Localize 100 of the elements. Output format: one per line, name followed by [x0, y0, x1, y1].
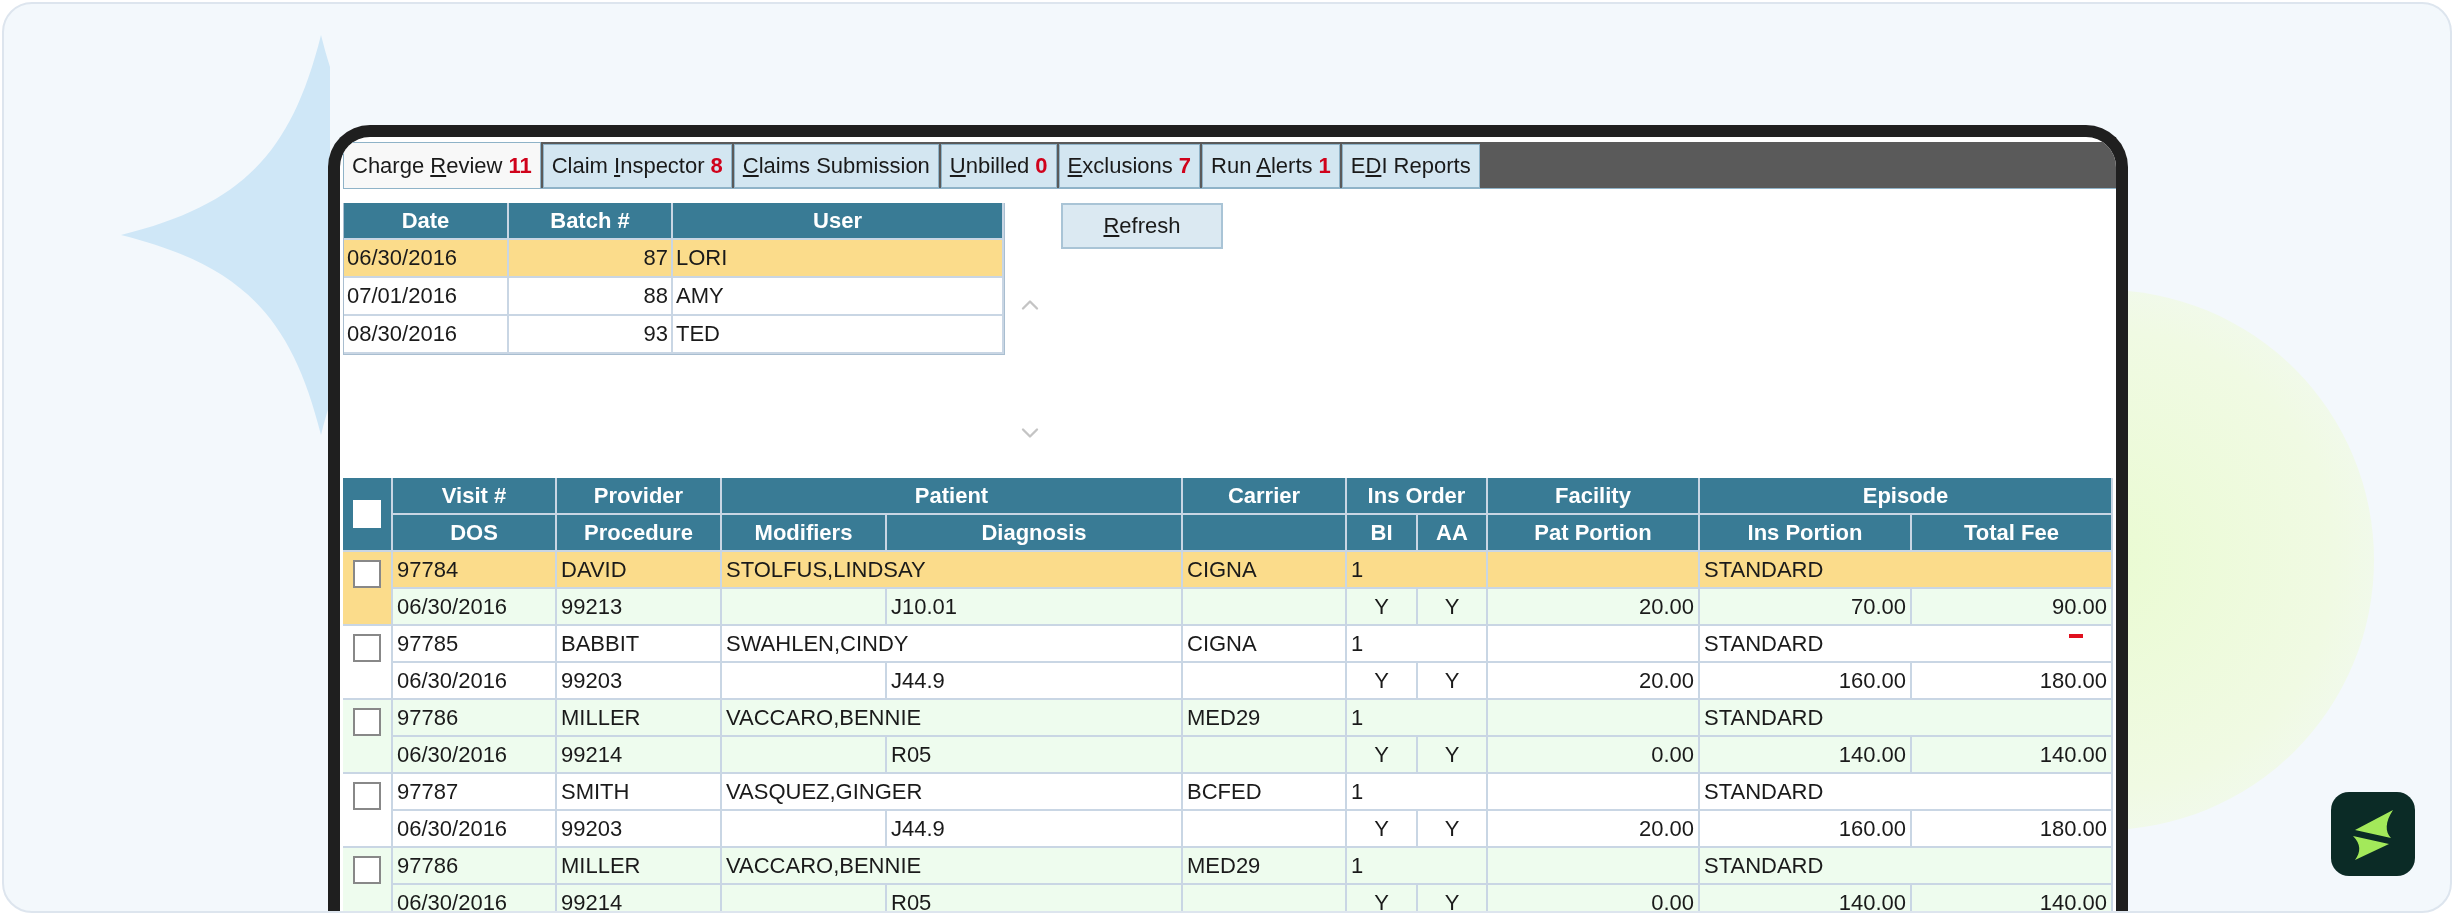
table-cell: MILLER: [557, 700, 722, 737]
table-cell: BCFED: [1183, 774, 1347, 811]
table-cell: CIGNA: [1183, 626, 1347, 663]
table-cell: 0.00: [1488, 737, 1700, 774]
table-cell: 1: [1347, 552, 1488, 589]
tab[interactable]: Claims Submission: [733, 144, 939, 188]
table-cell: VACCARO,BENNIE: [722, 700, 1183, 737]
row-selector[interactable]: [343, 848, 393, 911]
table-cell: 97786: [393, 848, 557, 885]
column-header[interactable]: Patient: [722, 478, 1183, 515]
table-cell[interactable]: LORI: [673, 240, 1004, 278]
row-selector[interactable]: [343, 700, 393, 774]
tab[interactable]: Run Alerts 1: [1202, 144, 1340, 188]
table-cell[interactable]: 08/30/2016: [344, 316, 509, 354]
tab[interactable]: Charge Review 11: [343, 142, 541, 188]
tab[interactable]: EDI Reports: [1341, 144, 1480, 188]
table-cell: 97787: [393, 774, 557, 811]
table-cell: 06/30/2016: [393, 811, 557, 848]
table-cell: 140.00: [1912, 737, 2113, 774]
table-cell[interactable]: AMY: [673, 278, 1004, 316]
table-cell[interactable]: 07/01/2016: [344, 278, 509, 316]
table-cell: 97785: [393, 626, 557, 663]
checkbox[interactable]: [353, 634, 381, 662]
column-header[interactable]: BI: [1347, 515, 1418, 552]
column-header[interactable]: Date: [344, 203, 509, 240]
table-cell: STOLFUS,LINDSAY: [722, 552, 1183, 589]
column-header[interactable]: Modifiers: [722, 515, 887, 552]
table-cell: 140.00: [1700, 885, 1912, 911]
table-cell: 140.00: [1912, 885, 2113, 911]
table-cell: 97784: [393, 552, 557, 589]
table-cell[interactable]: TED: [673, 316, 1004, 354]
table-cell: 99213: [557, 589, 722, 626]
column-header[interactable]: Total Fee: [1912, 515, 2113, 552]
tab[interactable]: Claim Inspector 8: [542, 144, 732, 188]
column-header[interactable]: Provider: [557, 478, 722, 515]
table-cell: Y: [1418, 663, 1488, 700]
table-cell: SMITH: [557, 774, 722, 811]
table-cell: VASQUEZ,GINGER: [722, 774, 1183, 811]
column-header[interactable]: Episode: [1700, 478, 2113, 515]
table-cell[interactable]: 88: [509, 278, 673, 316]
column-header[interactable]: Carrier: [1183, 478, 1347, 515]
table-cell: VACCARO,BENNIE: [722, 848, 1183, 885]
row-selector[interactable]: [343, 626, 393, 700]
table-cell: J44.9: [887, 663, 1183, 700]
table-cell[interactable]: 87: [509, 240, 673, 278]
checkbox[interactable]: [353, 560, 381, 588]
table-cell: 1: [1347, 700, 1488, 737]
column-header[interactable]: User: [673, 203, 1004, 240]
table-cell: 70.00: [1700, 589, 1912, 626]
table-cell[interactable]: 93: [509, 316, 673, 354]
table-cell: 1: [1347, 848, 1488, 885]
column-header[interactable]: Pat Portion: [1488, 515, 1700, 552]
table-cell: 140.00: [1700, 737, 1912, 774]
table-cell: Y: [1347, 737, 1418, 774]
table-cell: Y: [1418, 589, 1488, 626]
column-header[interactable]: DOS: [393, 515, 557, 552]
column-header[interactable]: Facility: [1488, 478, 1700, 515]
column-header[interactable]: Ins Order: [1347, 478, 1488, 515]
table-cell: 06/30/2016: [393, 737, 557, 774]
column-header[interactable]: AA: [1418, 515, 1488, 552]
tab[interactable]: Unbilled 0: [940, 144, 1057, 188]
checkbox[interactable]: [353, 782, 381, 810]
column-header[interactable]: Procedure: [557, 515, 722, 552]
column-header[interactable]: Visit #: [393, 478, 557, 515]
logo-icon: [2331, 792, 2415, 876]
table-cell: 99203: [557, 811, 722, 848]
table-cell: STANDARD: [1700, 552, 2113, 589]
table-cell: J44.9: [887, 811, 1183, 848]
column-header[interactable]: Diagnosis: [887, 515, 1183, 552]
column-header[interactable]: Ins Portion: [1700, 515, 1912, 552]
table-cell: 1: [1347, 774, 1488, 811]
table-cell: STANDARD: [1700, 774, 2113, 811]
table-cell: Y: [1418, 737, 1488, 774]
table-cell: R05: [887, 885, 1183, 911]
table-cell: 90.00: [1912, 589, 2113, 626]
row-selector[interactable]: [343, 552, 393, 626]
table-cell: 160.00: [1700, 811, 1912, 848]
table-cell: STANDARD: [1700, 700, 2113, 737]
table-cell: MED29: [1183, 700, 1347, 737]
table-cell: 20.00: [1488, 811, 1700, 848]
table-cell: Y: [1347, 811, 1418, 848]
table-cell: Y: [1347, 589, 1418, 626]
column-header[interactable]: Batch #: [509, 203, 673, 240]
table-cell: 20.00: [1488, 589, 1700, 626]
table-cell: 1: [1347, 626, 1488, 663]
row-selector[interactable]: [343, 774, 393, 848]
table-cell: Y: [1418, 885, 1488, 911]
table-cell: 06/30/2016: [393, 885, 557, 911]
table-cell: Y: [1418, 811, 1488, 848]
refresh-button[interactable]: Refresh: [1061, 203, 1223, 249]
table-cell: DAVID: [557, 552, 722, 589]
table-cell[interactable]: 06/30/2016: [344, 240, 509, 278]
table-cell: SWAHLEN,CINDY: [722, 626, 1183, 663]
checkbox[interactable]: [353, 708, 381, 736]
table-cell: J10.01: [887, 589, 1183, 626]
table-cell: MILLER: [557, 848, 722, 885]
table-cell: 20.00: [1488, 663, 1700, 700]
table-cell: STANDARD: [1700, 626, 2113, 663]
checkbox[interactable]: [353, 856, 381, 884]
tab[interactable]: Exclusions 7: [1058, 144, 1201, 188]
